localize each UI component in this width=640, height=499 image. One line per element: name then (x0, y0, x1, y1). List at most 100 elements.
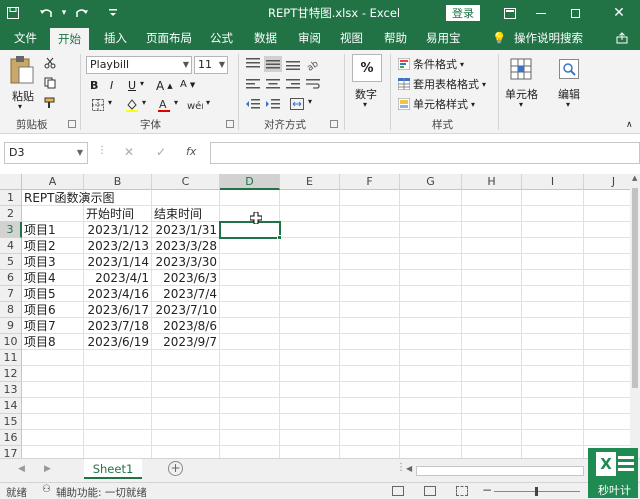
increase-font-icon[interactable]: A ▲ (156, 79, 173, 93)
horizontal-scrollbar[interactable] (416, 466, 584, 476)
worksheet-grid[interactable]: A B C D E F G H I J 1 2 3 4 5 6 7 8 9 10… (0, 174, 630, 458)
redo-icon[interactable] (72, 0, 92, 26)
cell-project-name[interactable]: 项目6 (22, 302, 84, 318)
cell-project-name[interactable]: 项目7 (22, 318, 84, 334)
lightbulb-icon[interactable]: 💡 (490, 26, 508, 50)
tab-easy-tools[interactable]: 易用宝 (424, 26, 463, 50)
formula-input[interactable] (210, 142, 640, 164)
cell-start-date[interactable]: 2023/2/13 (84, 238, 152, 254)
column-header[interactable]: B (84, 174, 152, 190)
fill-color-dropdown-icon[interactable]: ▾ (142, 98, 146, 107)
conditional-format-button[interactable]: 条件格式 ▾ (398, 56, 464, 72)
clipboard-launcher-icon[interactable] (68, 120, 76, 128)
cell-end-date[interactable]: 2023/3/30 (152, 254, 220, 270)
row-header[interactable]: 2 (0, 206, 22, 222)
cell-start-date[interactable]: 2023/6/19 (84, 334, 152, 350)
cut-icon[interactable] (42, 56, 58, 70)
tab-view[interactable]: 视图 (338, 26, 365, 50)
tab-review[interactable]: 审阅 (296, 26, 323, 50)
italic-icon[interactable]: I (110, 79, 113, 92)
paste-dropdown-icon[interactable]: ▾ (18, 102, 22, 111)
name-box[interactable]: D3 ▼ (4, 142, 88, 164)
align-right-icon[interactable] (284, 76, 302, 92)
scroll-sheet-left-icon[interactable]: ◀ (18, 464, 25, 474)
scroll-left-icon[interactable]: ◀ (406, 464, 412, 473)
zoom-slider-thumb[interactable] (535, 487, 538, 496)
wrap-text-icon[interactable] (304, 76, 322, 92)
cell-project-name[interactable]: 项目3 (22, 254, 84, 270)
zoom-out-icon[interactable]: − (482, 483, 492, 497)
collapse-ribbon-icon[interactable]: ∧ (626, 120, 633, 130)
tab-search[interactable]: 操作说明搜索 (512, 26, 585, 50)
font-size-select[interactable]: 11 ▼ (194, 56, 228, 74)
bold-icon[interactable]: B (90, 79, 98, 92)
cells-icon[interactable] (508, 56, 534, 82)
underline-dropdown-icon[interactable]: ▾ (140, 79, 144, 88)
cell-start-date[interactable]: 2023/4/1 (84, 270, 152, 286)
cell-project-name[interactable]: 项目8 (22, 334, 84, 350)
paste-icon[interactable] (8, 54, 36, 86)
alignment-launcher-icon[interactable] (330, 120, 338, 128)
cell-end-date[interactable]: 2023/1/31 (152, 222, 220, 238)
align-middle-icon[interactable] (264, 56, 282, 72)
row-header[interactable]: 3 (0, 222, 22, 238)
undo-icon[interactable] (36, 0, 56, 26)
cell-start-date[interactable]: 2023/1/14 (84, 254, 152, 270)
row-header[interactable]: 13 (0, 382, 22, 398)
merge-dropdown-icon[interactable]: ▾ (308, 97, 312, 106)
tab-file[interactable]: 文件 (12, 26, 39, 50)
column-header[interactable]: E (280, 174, 340, 190)
minimize-icon[interactable] (530, 0, 552, 26)
column-header[interactable]: D (220, 174, 280, 190)
phonetic-dropdown-icon[interactable]: ▾ (206, 98, 210, 107)
column-header[interactable]: A (22, 174, 84, 190)
number-dropdown-icon[interactable]: ▾ (363, 100, 367, 109)
cell-end-date[interactable]: 2023/9/7 (152, 334, 220, 350)
add-sheet-icon[interactable]: + (168, 461, 183, 476)
column-header[interactable]: I (522, 174, 584, 190)
cell-start-date[interactable]: 2023/6/17 (84, 302, 152, 318)
cell-b2[interactable]: 开始时间 (84, 206, 152, 222)
copy-icon[interactable] (42, 76, 58, 90)
maximize-icon[interactable] (564, 0, 586, 26)
borders-dropdown-icon[interactable]: ▾ (108, 98, 112, 107)
undo-dropdown-icon[interactable]: ▾ (58, 0, 70, 26)
page-break-view-icon[interactable] (456, 486, 468, 496)
edit-search-icon[interactable] (556, 56, 582, 82)
align-center-icon[interactable] (264, 76, 282, 92)
tab-home[interactable]: 开始 (50, 28, 89, 50)
save-icon[interactable] (4, 0, 22, 26)
column-header[interactable]: H (462, 174, 522, 190)
share-icon[interactable] (612, 26, 632, 50)
column-header[interactable]: C (152, 174, 220, 190)
number-format-icon[interactable]: % (352, 54, 382, 82)
cell-project-name[interactable]: 项目1 (22, 222, 84, 238)
align-top-icon[interactable] (244, 56, 262, 72)
row-header[interactable]: 7 (0, 286, 22, 302)
row-header[interactable]: 9 (0, 318, 22, 334)
accessibility-icon[interactable]: ⚇ (42, 484, 51, 495)
cell-project-name[interactable]: 项目4 (22, 270, 84, 286)
cell-a1[interactable]: REPT函数演示图 (22, 190, 152, 206)
row-header[interactable]: 8 (0, 302, 22, 318)
column-header[interactable]: F (340, 174, 400, 190)
cell-start-date[interactable]: 2023/4/16 (84, 286, 152, 302)
decrease-font-icon[interactable]: A ▼ (180, 79, 195, 90)
phonetic-icon[interactable]: wén (186, 98, 204, 112)
table-format-button[interactable]: 套用表格格式 ▾ (398, 76, 486, 92)
row-header[interactable]: 17 (0, 446, 22, 458)
cell-start-date[interactable]: 2023/7/18 (84, 318, 152, 334)
merge-center-icon[interactable] (288, 96, 306, 112)
cell-end-date[interactable]: 2023/7/10 (152, 302, 220, 318)
scroll-sheet-right-icon[interactable]: ▶ (44, 464, 51, 474)
cell-project-name[interactable]: 项目2 (22, 238, 84, 254)
align-left-icon[interactable] (244, 76, 262, 92)
ribbon-display-icon[interactable] (500, 0, 520, 26)
fill-color-icon[interactable] (124, 98, 140, 112)
font-name-select[interactable]: Playbill ▼ (86, 56, 192, 74)
tab-data[interactable]: 数据 (252, 26, 279, 50)
chevron-down-icon[interactable]: ▼ (77, 143, 83, 163)
column-header[interactable]: G (400, 174, 462, 190)
cell-end-date[interactable]: 2023/3/28 (152, 238, 220, 254)
customize-qat-icon[interactable] (106, 0, 120, 26)
